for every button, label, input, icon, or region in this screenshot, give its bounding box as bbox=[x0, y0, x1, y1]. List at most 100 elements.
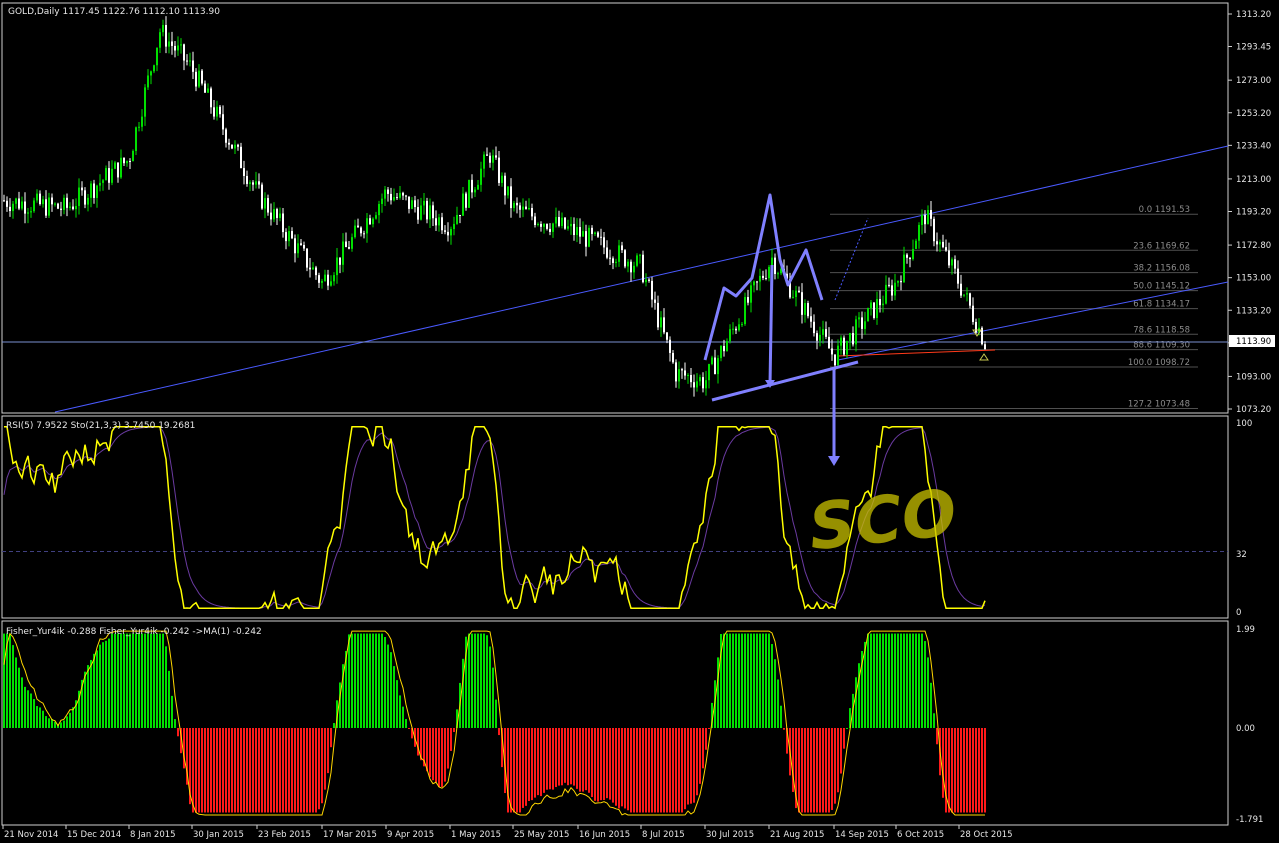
fisher-bar bbox=[567, 728, 569, 786]
time-tick-label: 25 May 2015 bbox=[514, 830, 569, 840]
candle-body bbox=[441, 217, 443, 231]
candle-body bbox=[474, 189, 476, 193]
fisher-bar bbox=[192, 728, 194, 813]
rsi-axis-0: 0 bbox=[1236, 608, 1241, 618]
fisher-bar bbox=[855, 677, 857, 728]
candle-body bbox=[384, 189, 386, 199]
time-tick-label: 1 May 2015 bbox=[451, 830, 501, 840]
fisher-bar bbox=[387, 644, 389, 728]
fisher-bar bbox=[954, 728, 956, 813]
fisher-bar bbox=[735, 633, 737, 728]
fisher-bar bbox=[360, 633, 362, 728]
candle-body bbox=[492, 155, 494, 163]
fisher-bar bbox=[351, 633, 353, 728]
fib-label: 50.0 1145.12 bbox=[1133, 282, 1190, 292]
candle-body bbox=[54, 203, 56, 205]
candle-body bbox=[696, 381, 698, 388]
candle-body bbox=[171, 41, 173, 46]
candle-body bbox=[138, 126, 140, 128]
fisher-bar bbox=[630, 728, 632, 813]
price-tick-label: 1172.80 bbox=[1236, 241, 1271, 251]
fisher-bar bbox=[549, 728, 551, 790]
candle-body bbox=[81, 187, 83, 191]
fisher-bar bbox=[936, 728, 938, 745]
price-tick-label: 1233.40 bbox=[1236, 141, 1271, 151]
fisher-bar bbox=[765, 633, 767, 728]
fisher-bar bbox=[807, 728, 809, 813]
candle-body bbox=[339, 257, 341, 265]
fisher-bar bbox=[294, 728, 296, 813]
candle-body bbox=[6, 200, 8, 207]
fisher-bar bbox=[537, 728, 539, 796]
candle-body bbox=[468, 179, 470, 208]
fisher-bar bbox=[840, 728, 842, 774]
candle-body bbox=[270, 212, 272, 220]
time-tick-label: 17 Mar 2015 bbox=[323, 830, 377, 840]
candle-body bbox=[843, 337, 845, 355]
candle-body bbox=[330, 281, 332, 286]
candle-body bbox=[897, 281, 899, 283]
candle-body bbox=[573, 223, 575, 236]
candle-body bbox=[159, 32, 161, 48]
candle-body bbox=[168, 41, 170, 47]
fisher-bar bbox=[606, 728, 608, 799]
candle-body bbox=[951, 259, 953, 266]
candle-body bbox=[423, 200, 425, 206]
candle-body bbox=[927, 209, 929, 225]
candle-body bbox=[435, 218, 437, 226]
candle-body bbox=[708, 364, 710, 381]
fisher-bar bbox=[33, 699, 35, 728]
fisher-bar bbox=[348, 634, 350, 728]
candle-body bbox=[342, 241, 344, 265]
candle-body bbox=[984, 344, 986, 350]
fisher-bar bbox=[513, 728, 515, 813]
candle-body bbox=[24, 201, 26, 214]
fisher-bar bbox=[636, 728, 638, 813]
candle-body bbox=[327, 274, 329, 286]
candle-body bbox=[42, 199, 44, 205]
fisher-bar bbox=[69, 712, 71, 728]
candle-body bbox=[885, 284, 887, 304]
fisher-bar bbox=[663, 728, 665, 813]
time-tick-label: 9 Apr 2015 bbox=[387, 830, 434, 840]
fisher-bar bbox=[615, 728, 617, 806]
fisher-bar bbox=[372, 633, 374, 728]
fisher-bar bbox=[300, 728, 302, 813]
candle-body bbox=[552, 223, 554, 232]
candle-body bbox=[966, 293, 968, 295]
candle-body bbox=[18, 198, 20, 209]
fisher-bar bbox=[150, 633, 152, 728]
time-tick-label: 16 Jun 2015 bbox=[579, 830, 630, 840]
fisher-bar bbox=[966, 728, 968, 813]
fisher-bar bbox=[168, 670, 170, 728]
fisher-bar bbox=[174, 719, 176, 728]
candle-body bbox=[975, 321, 977, 333]
candle-body bbox=[777, 273, 779, 275]
candle-body bbox=[684, 370, 686, 376]
fisher-bar bbox=[435, 728, 437, 782]
candle-body bbox=[90, 183, 92, 198]
candle-body bbox=[234, 144, 236, 149]
fisher-bar bbox=[231, 728, 233, 813]
fisher-bar bbox=[756, 633, 758, 728]
candle-body bbox=[864, 321, 866, 329]
fisher-bar bbox=[135, 633, 137, 728]
fisher-bar bbox=[948, 728, 950, 813]
fisher-bar bbox=[453, 728, 455, 733]
fisher-bar bbox=[930, 682, 932, 728]
fisher-bar bbox=[63, 720, 65, 728]
fisher-bar bbox=[870, 633, 872, 728]
candle-body bbox=[630, 261, 632, 273]
fisher-bar bbox=[543, 728, 545, 793]
candle-body bbox=[828, 336, 830, 349]
fisher-bar bbox=[375, 633, 377, 728]
fisher-bar bbox=[333, 723, 335, 728]
pattern-annotations bbox=[703, 193, 989, 466]
candle-body bbox=[531, 207, 533, 217]
candle-body bbox=[126, 160, 128, 164]
fisher-bar bbox=[762, 633, 764, 728]
candle-body bbox=[861, 317, 863, 329]
candle-body bbox=[48, 197, 50, 216]
candle-body bbox=[906, 254, 908, 258]
fisher-bar bbox=[177, 728, 179, 737]
